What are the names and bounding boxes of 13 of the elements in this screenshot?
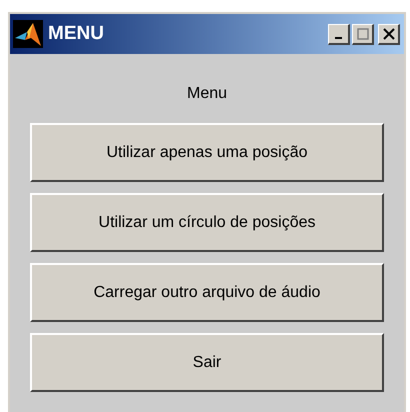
maximize-icon bbox=[356, 28, 368, 40]
menu-button[interactable]: Sair bbox=[30, 333, 384, 392]
minimize-button[interactable] bbox=[328, 24, 350, 44]
close-button[interactable] bbox=[378, 24, 400, 44]
minimize-icon bbox=[335, 36, 342, 38]
maximize-button[interactable] bbox=[352, 24, 374, 44]
logo-icon bbox=[13, 20, 43, 48]
menu-button[interactable]: Utilizar um círculo de posições bbox=[30, 193, 384, 252]
window-title: MENU bbox=[48, 22, 104, 46]
close-icon bbox=[382, 28, 394, 40]
menu-button[interactable]: Carregar outro arquivo de áudio bbox=[30, 263, 384, 322]
menu-heading: Menu bbox=[186, 84, 228, 104]
menu-button[interactable]: Utilizar apenas uma posição bbox=[30, 123, 384, 182]
